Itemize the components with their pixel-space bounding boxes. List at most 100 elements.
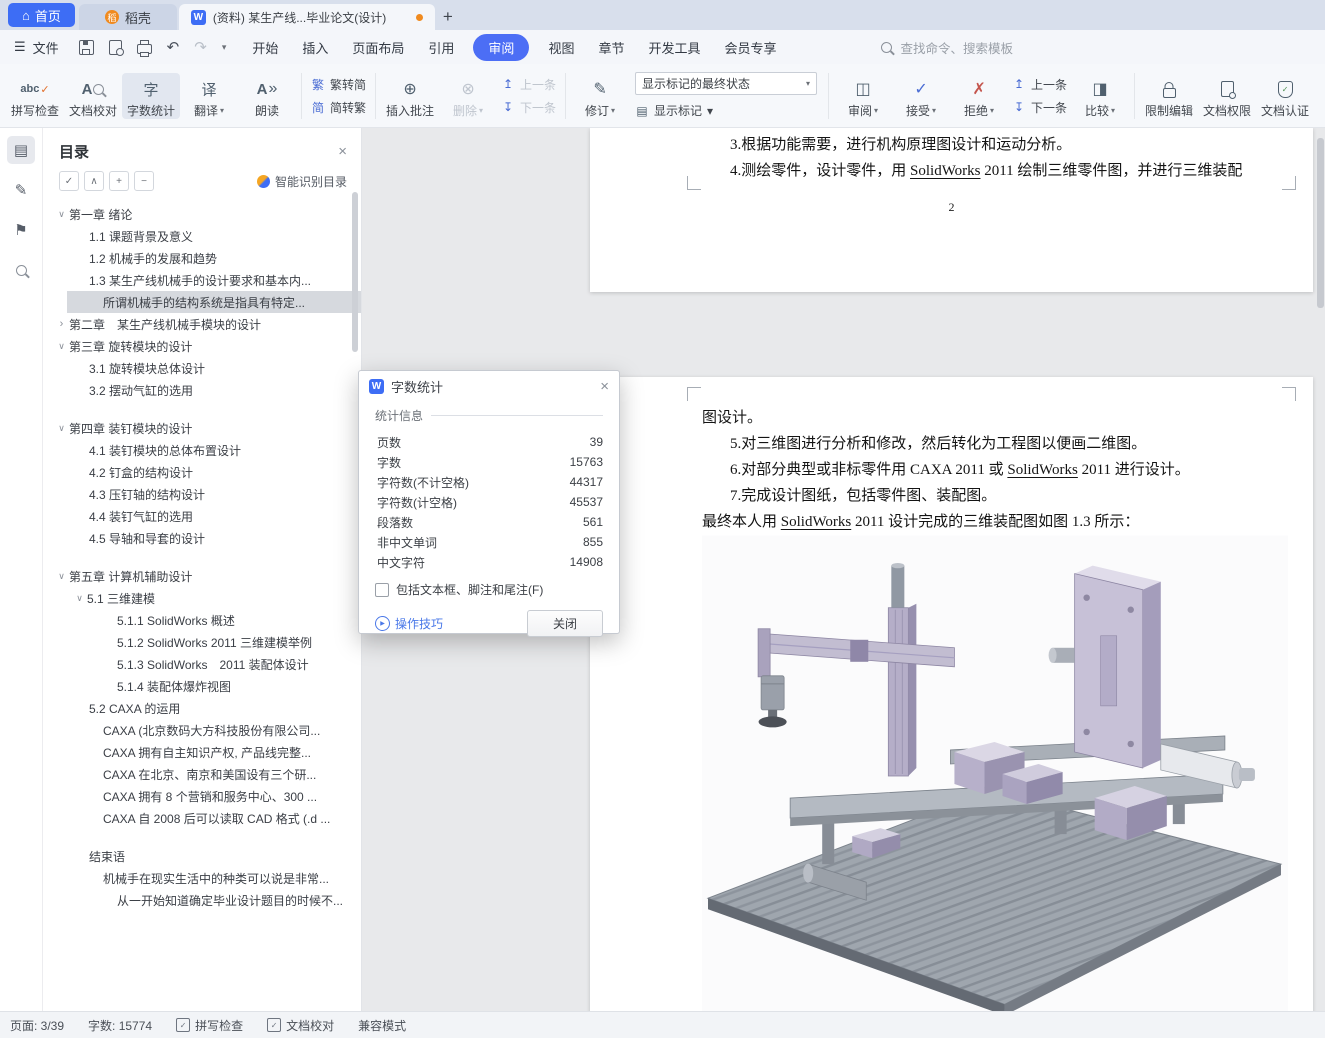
smart-recognize-toc-button[interactable]: 智能识别目录 <box>256 173 347 190</box>
menu-tab[interactable]: 引用 <box>428 38 454 57</box>
toc-item[interactable]: CAXA 自 2008 后可以读取 CAD 格式 (.d ... <box>43 807 361 829</box>
toc-item[interactable]: 机械手在现实生活中的种类可以说是非常... <box>43 867 361 889</box>
command-search[interactable]: 查找命令、搜索模板 <box>881 38 1013 57</box>
insert-comment-button[interactable]: ⊕ 插入批注 <box>381 73 439 119</box>
outline-panel-icon[interactable]: ▤ <box>7 136 35 164</box>
word-count-dialog-titlebar[interactable]: W 字数统计 × <box>359 371 619 401</box>
toc-close-icon[interactable]: × <box>338 143 347 160</box>
undo-icon[interactable]: ↶ <box>167 38 180 56</box>
print-preview-icon[interactable] <box>108 39 124 56</box>
toc-collapse-level-button[interactable]: − <box>134 171 154 191</box>
delete-comment-button[interactable]: ⊗ 删除 ▾ <box>439 73 497 119</box>
redo-icon[interactable]: ↷ <box>194 38 207 56</box>
dialog-close-icon[interactable]: × <box>600 378 609 395</box>
home-tab[interactable]: ⌂ 首页 <box>8 3 75 27</box>
checkbox-icon[interactable] <box>375 582 389 597</box>
save-icon[interactable] <box>78 39 94 55</box>
toc-collapse-all-button[interactable]: ∧ <box>84 171 104 191</box>
toc-item[interactable]: CAXA 拥有自主知识产权, 产品线完整... <box>43 741 361 763</box>
track-changes-button[interactable]: ✎ 修订 ▾ <box>571 73 629 119</box>
more-commands-caret-icon[interactable]: ▾ <box>222 42 227 53</box>
document-page-2[interactable]: 3.根据功能需要，进行机构原理图设计和运动分析。 4.测绘零件，设计零件，用 So… <box>590 128 1313 292</box>
document-scroll-thumb[interactable] <box>1317 138 1324 308</box>
doc-certify-button[interactable]: ✓ 文档认证 <box>1256 73 1314 119</box>
toc-item[interactable]: 3.2 摆动气缸的选用 <box>43 379 361 401</box>
toc-caret-icon[interactable]: ∨ <box>54 209 69 220</box>
toc-item[interactable]: 3.1 旋转模块总体设计 <box>43 357 361 379</box>
word-count-indicator[interactable]: 字数: 15774 <box>88 1017 152 1034</box>
page-indicator[interactable]: 页面: 3/39 <box>10 1017 64 1034</box>
doc-permission-button[interactable]: 文档权限 <box>1198 73 1256 119</box>
menu-tab[interactable]: 插入 <box>302 38 328 57</box>
toc-item[interactable]: 1.2 机械手的发展和趋势 <box>43 247 361 269</box>
toc-item[interactable]: ∨ 第五章 计算机辅助设计 <box>43 565 361 587</box>
menu-tab[interactable]: 页面布局 <box>352 38 404 57</box>
markup-state-select[interactable]: 显示标记的最终状态 ▾ <box>635 72 818 95</box>
toc-caret-icon[interactable]: › <box>54 318 69 330</box>
toc-item[interactable]: CAXA 拥有 8 个营销和服务中心、300 ... <box>43 785 361 807</box>
menu-tab[interactable]: 开始 <box>252 38 278 57</box>
toc-item[interactable]: 所谓机械手的结构系统是指具有特定... <box>43 291 361 313</box>
docer-tab[interactable]: 稻 稻壳 <box>78 4 177 30</box>
toc-item[interactable]: 4.2 钉盒的结构设计 <box>43 461 361 483</box>
simp-to-trad-button[interactable]: 简 简转繁 <box>311 99 366 116</box>
toc-item[interactable]: 5.2 CAXA 的运用 <box>43 697 361 719</box>
compat-mode-indicator[interactable]: 兼容模式 <box>358 1017 406 1034</box>
document-tab[interactable]: W (资料) 某生产线...毕业论文(设计) <box>178 4 435 30</box>
print-icon[interactable] <box>136 40 152 57</box>
toc-item[interactable]: CAXA (北京数码大方科技股份有限公司... <box>43 719 361 741</box>
toc-item[interactable]: CAXA 在北京、南京和美国设有三个研... <box>43 763 361 785</box>
bookmark-panel-icon[interactable]: ⚑ <box>7 216 35 244</box>
toc-item[interactable]: 1.3 某生产线机械手的设计要求和基本内... <box>43 269 361 291</box>
toc-caret-icon[interactable]: ∨ <box>54 571 69 582</box>
toc-scroll-thumb[interactable] <box>352 192 358 352</box>
toc-item[interactable]: 5.1.4 装配体爆炸视图 <box>43 675 361 697</box>
doc-proof-status[interactable]: ✓ 文档校对 <box>267 1017 334 1034</box>
toc-expand-level-button[interactable]: + <box>109 171 129 191</box>
next-change-button[interactable]: ↧ 下一条 <box>1012 99 1067 116</box>
file-menu-button[interactable]: ☰ 文件 <box>0 38 65 57</box>
toc-item[interactable]: 5.1.2 SolidWorks 2011 三维建模举例 <box>43 631 361 653</box>
menu-tab[interactable]: 审阅 <box>473 33 530 61</box>
toc-select-button[interactable]: ✓ <box>59 171 79 191</box>
review-pane-button[interactable]: ◫ 审阅 ▾ <box>834 73 892 119</box>
toc-item[interactable]: ∨ 第一章 绪论 <box>43 203 361 225</box>
toc-caret-icon[interactable]: ∨ <box>72 593 87 604</box>
toc-caret-icon[interactable]: ∨ <box>54 423 69 434</box>
toc-caret-icon[interactable]: ∨ <box>54 341 69 352</box>
accept-change-button[interactable]: ✓ 接受 ▾ <box>892 73 950 119</box>
read-aloud-button[interactable]: A» 朗读 <box>238 73 296 119</box>
next-comment-button[interactable]: ↧ 下一条 <box>501 99 556 116</box>
toc-item[interactable]: 4.1 装钉模块的总体布置设计 <box>43 439 361 461</box>
restrict-editing-button[interactable]: 限制编辑 <box>1140 73 1198 119</box>
comments-panel-icon[interactable]: ✎ <box>7 176 35 204</box>
prev-comment-button[interactable]: ↥ 上一条 <box>501 76 556 93</box>
new-tab-button[interactable]: + <box>435 4 461 30</box>
prev-change-button[interactable]: ↥ 上一条 <box>1012 76 1067 93</box>
menu-tab[interactable]: 会员专享 <box>724 38 776 57</box>
toc-item[interactable]: 结束语 <box>43 845 361 867</box>
tips-link[interactable]: ▶ 操作技巧 <box>375 615 443 632</box>
menu-tab[interactable]: 章节 <box>598 38 624 57</box>
toc-item[interactable]: ∨ 5.1 三维建模 <box>43 587 361 609</box>
reject-change-button[interactable]: ✗ 拒绝 ▾ <box>950 73 1008 119</box>
menu-tab[interactable]: 视图 <box>548 38 574 57</box>
doc-proof-button[interactable]: A 文档校对 <box>64 73 122 119</box>
find-panel-icon[interactable] <box>7 256 35 284</box>
show-markup-button[interactable]: ▤ 显示标记 ▾ <box>635 102 817 119</box>
toc-item[interactable]: ∨ 第四章 装钉模块的设计 <box>43 417 361 439</box>
document-scrollbar[interactable] <box>1317 132 1324 1008</box>
translate-button[interactable]: 译 翻译 ▾ <box>180 73 238 119</box>
toc-item[interactable]: 从一开始知道确定毕业设计题目的时候不... <box>43 889 361 911</box>
toc-item[interactable]: 4.5 导轴和导套的设计 <box>43 527 361 549</box>
toc-item[interactable]: 5.1.1 SolidWorks 概述 <box>43 609 361 631</box>
toc-item[interactable]: › 第二章 某生产线机械手模块的设计 <box>43 313 361 335</box>
toc-item[interactable]: 1.1 课题背景及意义 <box>43 225 361 247</box>
spell-check-button[interactable]: abc ✓ 拼写检查 <box>6 73 64 119</box>
close-dialog-button[interactable]: 关闭 <box>527 610 603 637</box>
toc-item[interactable]: 5.1.3 SolidWorks 2011 装配体设计 <box>43 653 361 675</box>
compare-button[interactable]: ◨ 比较 ▾ <box>1071 73 1129 119</box>
toc-item[interactable]: ∨ 第三章 旋转模块的设计 <box>43 335 361 357</box>
toc-item[interactable]: 4.4 装钉气缸的选用 <box>43 505 361 527</box>
document-page-3[interactable]: 图设计。 5.对三维图进行分析和修改，然后转化为工程图以便画二维图。 6.对部分典型… <box>590 377 1313 1012</box>
